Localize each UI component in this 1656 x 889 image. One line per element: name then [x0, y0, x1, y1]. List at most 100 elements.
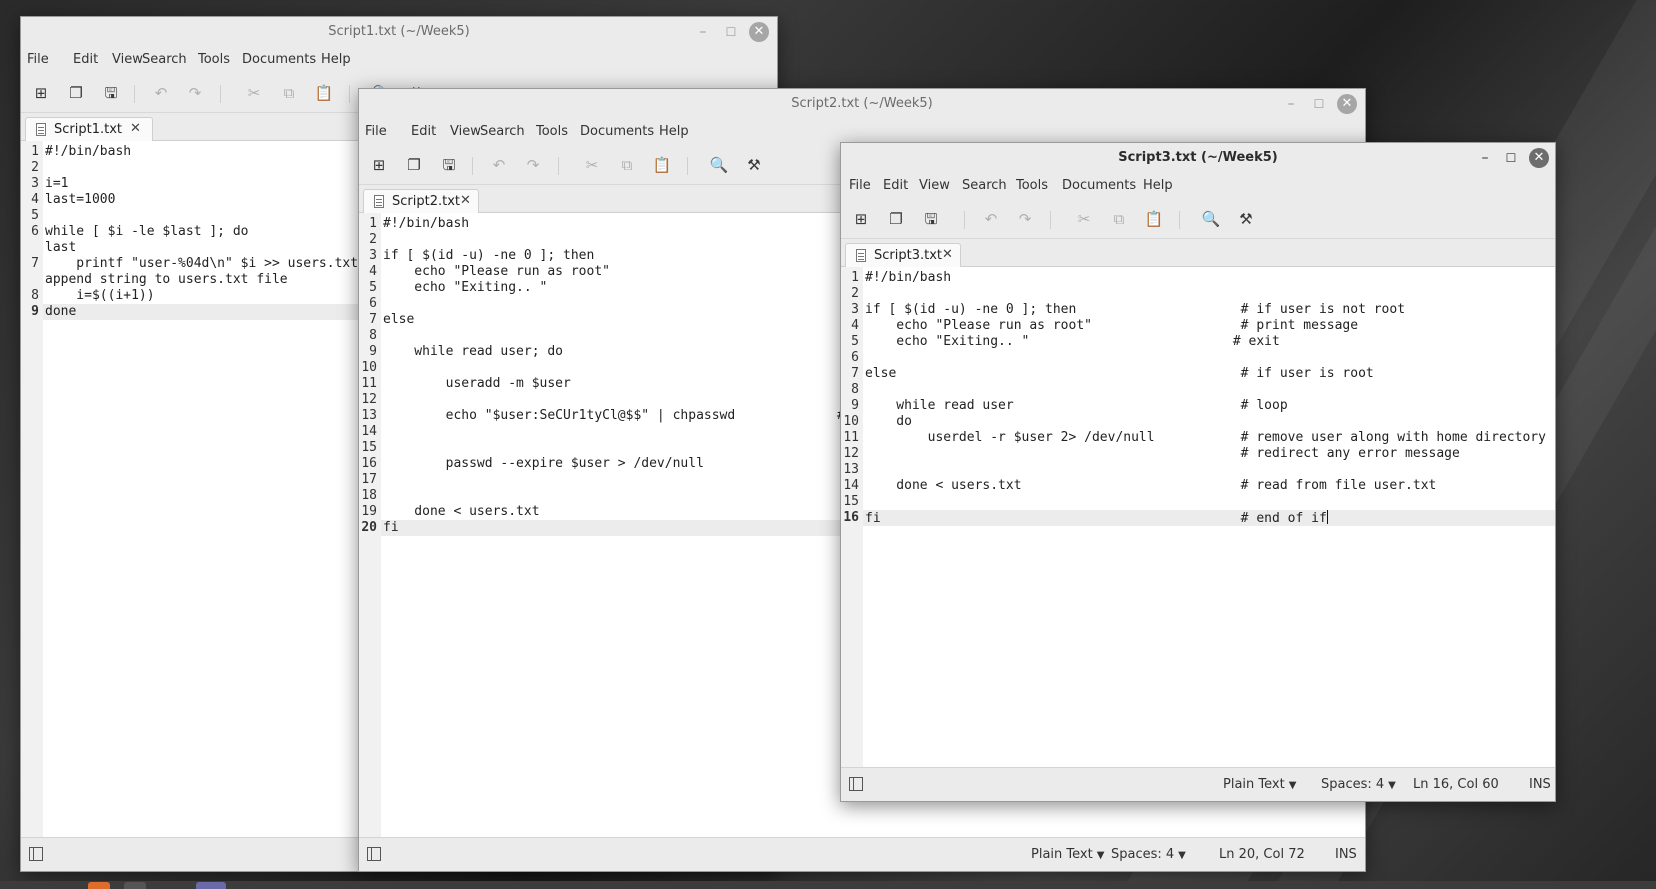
cut-icon[interactable]: ✂ [582, 155, 602, 175]
maximize-button[interactable]: ☐ [1309, 94, 1329, 114]
menu-help[interactable]: Help [321, 52, 351, 67]
menu-search[interactable]: Search [962, 178, 1007, 193]
tab-script3[interactable]: Script3.txt ✕ [845, 243, 961, 267]
paste-icon[interactable]: 📋 [1144, 209, 1164, 229]
replace-icon[interactable]: ⚒ [1236, 209, 1256, 229]
replace-icon[interactable]: ⚒ [744, 155, 764, 175]
indent-selector[interactable]: Spaces: 4 ▼ [1321, 777, 1396, 792]
menu-help[interactable]: Help [659, 124, 689, 139]
menu-search[interactable]: Search [480, 124, 525, 139]
menu-edit[interactable]: Edit [73, 52, 98, 67]
menu-view[interactable]: View [450, 124, 481, 139]
status-bar: Plain Text ▼ Spaces: 4 ▼ Ln 20, Col 72 INS [359, 837, 1365, 871]
language-selector[interactable]: Plain Text ▼ [1031, 847, 1104, 862]
tab-close-icon[interactable]: ✕ [130, 121, 141, 136]
search-icon[interactable]: 🔍 [709, 155, 729, 175]
side-panel-toggle-icon[interactable] [367, 847, 381, 861]
minimize-button[interactable]: – [1475, 148, 1495, 168]
menu-view[interactable]: View [112, 52, 143, 67]
undo-icon[interactable]: ↶ [489, 155, 509, 175]
open-document-icon[interactable]: ❐ [404, 155, 424, 175]
title-bar[interactable]: Script1.txt (~/Week5) – ☐ ✕ [21, 17, 777, 47]
panel-launcher-button[interactable] [88, 882, 110, 889]
new-document-icon[interactable]: ⊞ [851, 209, 871, 229]
panel-launcher-button[interactable] [124, 882, 146, 889]
text-editor[interactable]: 1 #!/bin/bash 2 3 if [ $(id -u) -ne 0 ]; the… [841, 267, 1555, 767]
menu-help[interactable]: Help [1143, 178, 1173, 193]
title-bar[interactable]: Script2.txt (~/Week5) – ☐ ✕ [359, 89, 1365, 119]
open-document-icon[interactable]: ❐ [886, 209, 906, 229]
panel-launcher-button[interactable] [196, 882, 226, 889]
dropdown-caret-icon: ▼ [1096, 850, 1105, 861]
line-number: 5 [851, 334, 859, 349]
toolbar-separator [220, 85, 221, 103]
tab-close-icon[interactable]: ✕ [460, 193, 471, 208]
cursor-position: Ln 16, Col 60 [1413, 777, 1499, 792]
line-number: 5 [31, 208, 39, 223]
save-icon[interactable]: 🖫 [439, 155, 459, 175]
code-line: # redirect any error message [865, 446, 1460, 461]
code-line: useradd -m $user [383, 376, 571, 391]
insert-mode: INS [1335, 847, 1357, 862]
copy-icon[interactable]: ⧉ [279, 83, 299, 103]
minimize-button[interactable]: – [693, 22, 713, 42]
code-line: done [45, 304, 77, 319]
save-icon[interactable]: 🖫 [921, 209, 941, 229]
cut-icon[interactable]: ✂ [1074, 209, 1094, 229]
save-icon[interactable]: 🖫 [101, 83, 121, 103]
language-label: Plain Text [1031, 847, 1093, 862]
close-button[interactable]: ✕ [1529, 148, 1549, 168]
menu-view[interactable]: View [919, 178, 950, 193]
close-button[interactable]: ✕ [749, 22, 769, 42]
tab-label: Script1.txt [54, 122, 122, 137]
line-number: 6 [369, 296, 377, 311]
line-number: 8 [31, 288, 39, 303]
copy-icon[interactable]: ⧉ [1109, 209, 1129, 229]
menu-documents[interactable]: Documents [1062, 178, 1136, 193]
title-bar[interactable]: Script3.txt (~/Week5) – ☐ ✕ [841, 143, 1555, 173]
tab-script2[interactable]: Script2.txt ✕ [363, 189, 479, 213]
search-icon[interactable]: 🔍 [1201, 209, 1221, 229]
menu-documents[interactable]: Documents [580, 124, 654, 139]
code-line: i=$((i+1)) [45, 288, 155, 303]
line-number: 3 [369, 248, 377, 263]
menu-edit[interactable]: Edit [883, 178, 908, 193]
close-button[interactable]: ✕ [1337, 94, 1357, 114]
new-document-icon[interactable]: ⊞ [31, 83, 51, 103]
code-line: echo "Exiting.. " [383, 280, 548, 295]
menu-tools[interactable]: Tools [536, 124, 568, 139]
copy-icon[interactable]: ⧉ [617, 155, 637, 175]
menu-file[interactable]: File [849, 178, 871, 193]
menu-search[interactable]: Search [142, 52, 187, 67]
line-number: 3 [851, 302, 859, 317]
redo-icon[interactable]: ↷ [185, 83, 205, 103]
menu-file[interactable]: File [365, 124, 387, 139]
maximize-button[interactable]: ☐ [1501, 148, 1521, 168]
minimize-button[interactable]: – [1281, 94, 1301, 114]
line-number: 10 [843, 414, 859, 429]
tab-script1[interactable]: Script1.txt ✕ [25, 117, 153, 141]
menu-edit[interactable]: Edit [411, 124, 436, 139]
paste-icon[interactable]: 📋 [314, 83, 334, 103]
cut-icon[interactable]: ✂ [244, 83, 264, 103]
new-document-icon[interactable]: ⊞ [369, 155, 389, 175]
undo-icon[interactable]: ↶ [981, 209, 1001, 229]
line-number: 9 [369, 344, 377, 359]
language-selector[interactable]: Plain Text ▼ [1223, 777, 1296, 792]
side-panel-toggle-icon[interactable] [849, 777, 863, 791]
menu-tools[interactable]: Tools [1016, 178, 1048, 193]
indent-selector[interactable]: Spaces: 4 ▼ [1111, 847, 1186, 862]
open-document-icon[interactable]: ❐ [66, 83, 86, 103]
code-line: if [ $(id -u) -ne 0 ]; then [383, 248, 595, 263]
redo-icon[interactable]: ↷ [523, 155, 543, 175]
tab-close-icon[interactable]: ✕ [942, 247, 953, 262]
paste-icon[interactable]: 📋 [652, 155, 672, 175]
menu-documents[interactable]: Documents [242, 52, 316, 67]
undo-icon[interactable]: ↶ [151, 83, 171, 103]
redo-icon[interactable]: ↷ [1015, 209, 1035, 229]
bottom-panel [0, 881, 1656, 889]
menu-tools[interactable]: Tools [198, 52, 230, 67]
maximize-button[interactable]: ☐ [721, 22, 741, 42]
menu-file[interactable]: File [27, 52, 49, 67]
side-panel-toggle-icon[interactable] [29, 847, 43, 861]
